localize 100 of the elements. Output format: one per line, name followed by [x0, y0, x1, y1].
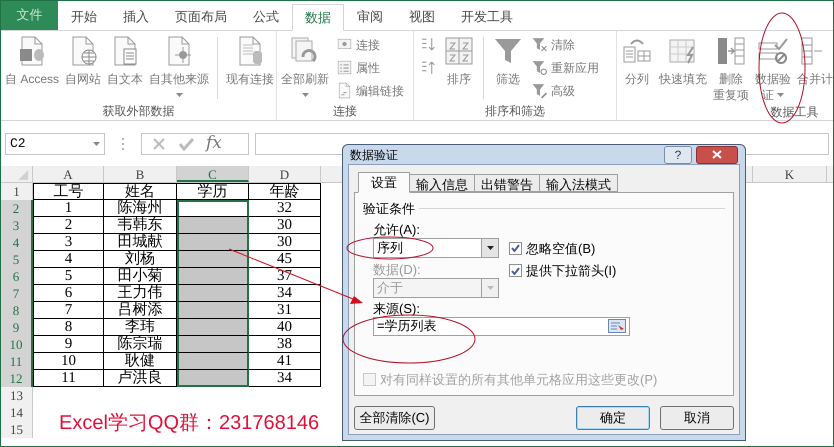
ribbon-tab[interactable]: 公式 — [240, 3, 292, 30]
column-header[interactable]: A — [33, 166, 104, 182]
group-label: 获取外部数据 — [102, 103, 176, 120]
table-cell: 41 — [249, 353, 321, 370]
table-cell: 1 — [33, 200, 104, 217]
dialog-tab[interactable]: 输入法模式 — [540, 174, 618, 192]
ribbon-button[interactable]: 连接 — [336, 35, 404, 54]
ribbon-tab[interactable]: 页面布局 — [162, 3, 240, 30]
table-cell: 5 — [33, 268, 104, 285]
dialog-tab[interactable]: 出错警告 — [475, 174, 540, 192]
ribbon-button[interactable]: 清除 — [531, 35, 599, 54]
field-label: 来源(S): — [373, 300, 421, 316]
ribbon-tab[interactable]: 开发工具 — [448, 3, 526, 30]
checkbox[interactable] — [509, 242, 522, 255]
table-cell: 34 — [249, 285, 321, 302]
section-title: 验证条件 — [363, 200, 415, 218]
table-cell: 45 — [249, 251, 321, 268]
table-cell: 10 — [33, 353, 104, 370]
row-header[interactable]: 9 — [1, 319, 33, 336]
row-header[interactable]: 13 — [1, 387, 33, 404]
row-header[interactable]: 5 — [1, 251, 33, 268]
funnel-refresh-icon — [531, 59, 548, 76]
table-cell: 2 — [33, 217, 104, 234]
column-header[interactable]: C — [177, 166, 249, 182]
row-header[interactable]: 12 — [1, 370, 33, 387]
row-header[interactable]: 14 — [1, 404, 33, 421]
dialog-button[interactable]: 取消 — [660, 406, 734, 430]
ribbon-button[interactable]: 筛选 — [490, 35, 526, 87]
row-header[interactable]: 15 — [1, 421, 33, 438]
source-field[interactable]: =学历列表 — [373, 316, 630, 336]
table-cell: 4 — [33, 251, 104, 268]
group-label: 排序和筛选 — [484, 103, 546, 120]
row-header[interactable]: 4 — [1, 234, 33, 251]
funnel-clear-icon — [531, 36, 548, 53]
column-header[interactable]: K — [753, 166, 827, 182]
dialog-button[interactable]: 确定 — [576, 406, 650, 430]
table-cell: 姓名 — [104, 183, 177, 200]
ribbon-button[interactable]: 编辑链接 — [336, 81, 404, 100]
sort-ascending-icon[interactable] — [419, 36, 436, 53]
ribbon-tab[interactable]: 文件 — [1, 1, 58, 30]
ribbon-button[interactable]: 现有连接 — [224, 35, 276, 87]
ribbon-button[interactable]: 自网站 — [63, 35, 104, 87]
ribbon-tab[interactable]: 插入 — [110, 3, 162, 30]
dropdown-field[interactable]: 序列 — [373, 238, 499, 258]
row-header[interactable]: 6 — [1, 268, 33, 285]
close-button[interactable] — [696, 146, 738, 164]
ribbon-button[interactable]: 自 Access — [3, 35, 62, 87]
table-cell: 37 — [249, 268, 321, 285]
ribbon-tab[interactable]: 审阅 — [344, 3, 396, 30]
table-cell: 38 — [249, 336, 321, 353]
table-cell: 8 — [33, 319, 104, 336]
dialog-tab[interactable]: 设置 — [358, 172, 410, 193]
insert-function-button[interactable]: fx — [206, 135, 222, 152]
range-select-icon — [608, 319, 626, 333]
note-text: Excel学习QQ群：231768146 — [59, 411, 320, 435]
table-cell: 11 — [33, 370, 104, 387]
checkbox[interactable] — [509, 264, 522, 278]
checkbox-label: 忽略空值(B) — [526, 240, 596, 258]
ribbon-button[interactable]: 快速填充 — [657, 35, 709, 87]
table-cell: 年龄 — [249, 183, 321, 200]
ribbon-button[interactable]: 全部刷新 — [279, 35, 331, 97]
ribbon-button[interactable]: 自文本 — [105, 35, 146, 87]
link-document-icon — [336, 82, 353, 99]
row-header[interactable]: 10 — [1, 336, 33, 353]
row-header[interactable]: 2 — [1, 200, 33, 217]
dropdown-field: 介于 — [373, 278, 499, 298]
remove-duplicates-icon — [715, 35, 747, 67]
ribbon-button[interactable]: 分列 — [619, 35, 655, 87]
ribbon-button[interactable]: 高级 — [531, 81, 599, 100]
ribbon-button[interactable]: 重新应用 — [531, 58, 599, 77]
name-box[interactable]: C2 — [5, 132, 105, 154]
dialog-button[interactable]: 全部清除(C) — [354, 406, 435, 430]
row-header[interactable]: 8 — [1, 302, 33, 319]
column-header[interactable]: D — [249, 166, 321, 182]
row-header[interactable]: 7 — [1, 285, 33, 302]
help-button[interactable]: ? — [664, 146, 692, 164]
table-cell: 3 — [33, 234, 104, 251]
dropdown-arrow-icon — [486, 246, 494, 250]
sort-descending-icon[interactable] — [419, 59, 436, 76]
check-icon — [178, 136, 194, 150]
ribbon-tab[interactable]: 开始 — [58, 3, 110, 30]
row-header[interactable]: 3 — [1, 217, 33, 234]
ribbon-button[interactable]: 自其他来源 — [147, 35, 212, 97]
table-cell: 30 — [249, 234, 321, 251]
funnel-pencil-icon — [531, 82, 548, 99]
row-header[interactable]: 11 — [1, 353, 33, 370]
ribbon-tab[interactable]: 数据 — [292, 4, 344, 31]
row-header[interactable]: 1 — [1, 183, 33, 200]
ribbon-button[interactable]: 删除 重复项 — [711, 35, 751, 103]
caret-icon — [93, 142, 100, 146]
ribbon-button[interactable]: 属性 — [336, 58, 404, 77]
dialog-tab[interactable]: 输入信息 — [410, 174, 475, 192]
ribbon-button[interactable]: 排序 — [441, 35, 477, 87]
dropdown-arrow-icon — [486, 286, 494, 290]
close-icon — [712, 150, 722, 159]
table-cell: 40 — [249, 319, 321, 336]
field-label: 允许(A): — [373, 220, 421, 238]
ribbon-tab[interactable]: 视图 — [396, 3, 448, 30]
checkbox-label: 提供下拉箭头(I) — [526, 262, 616, 280]
field-label: 数据(D): — [373, 260, 422, 278]
